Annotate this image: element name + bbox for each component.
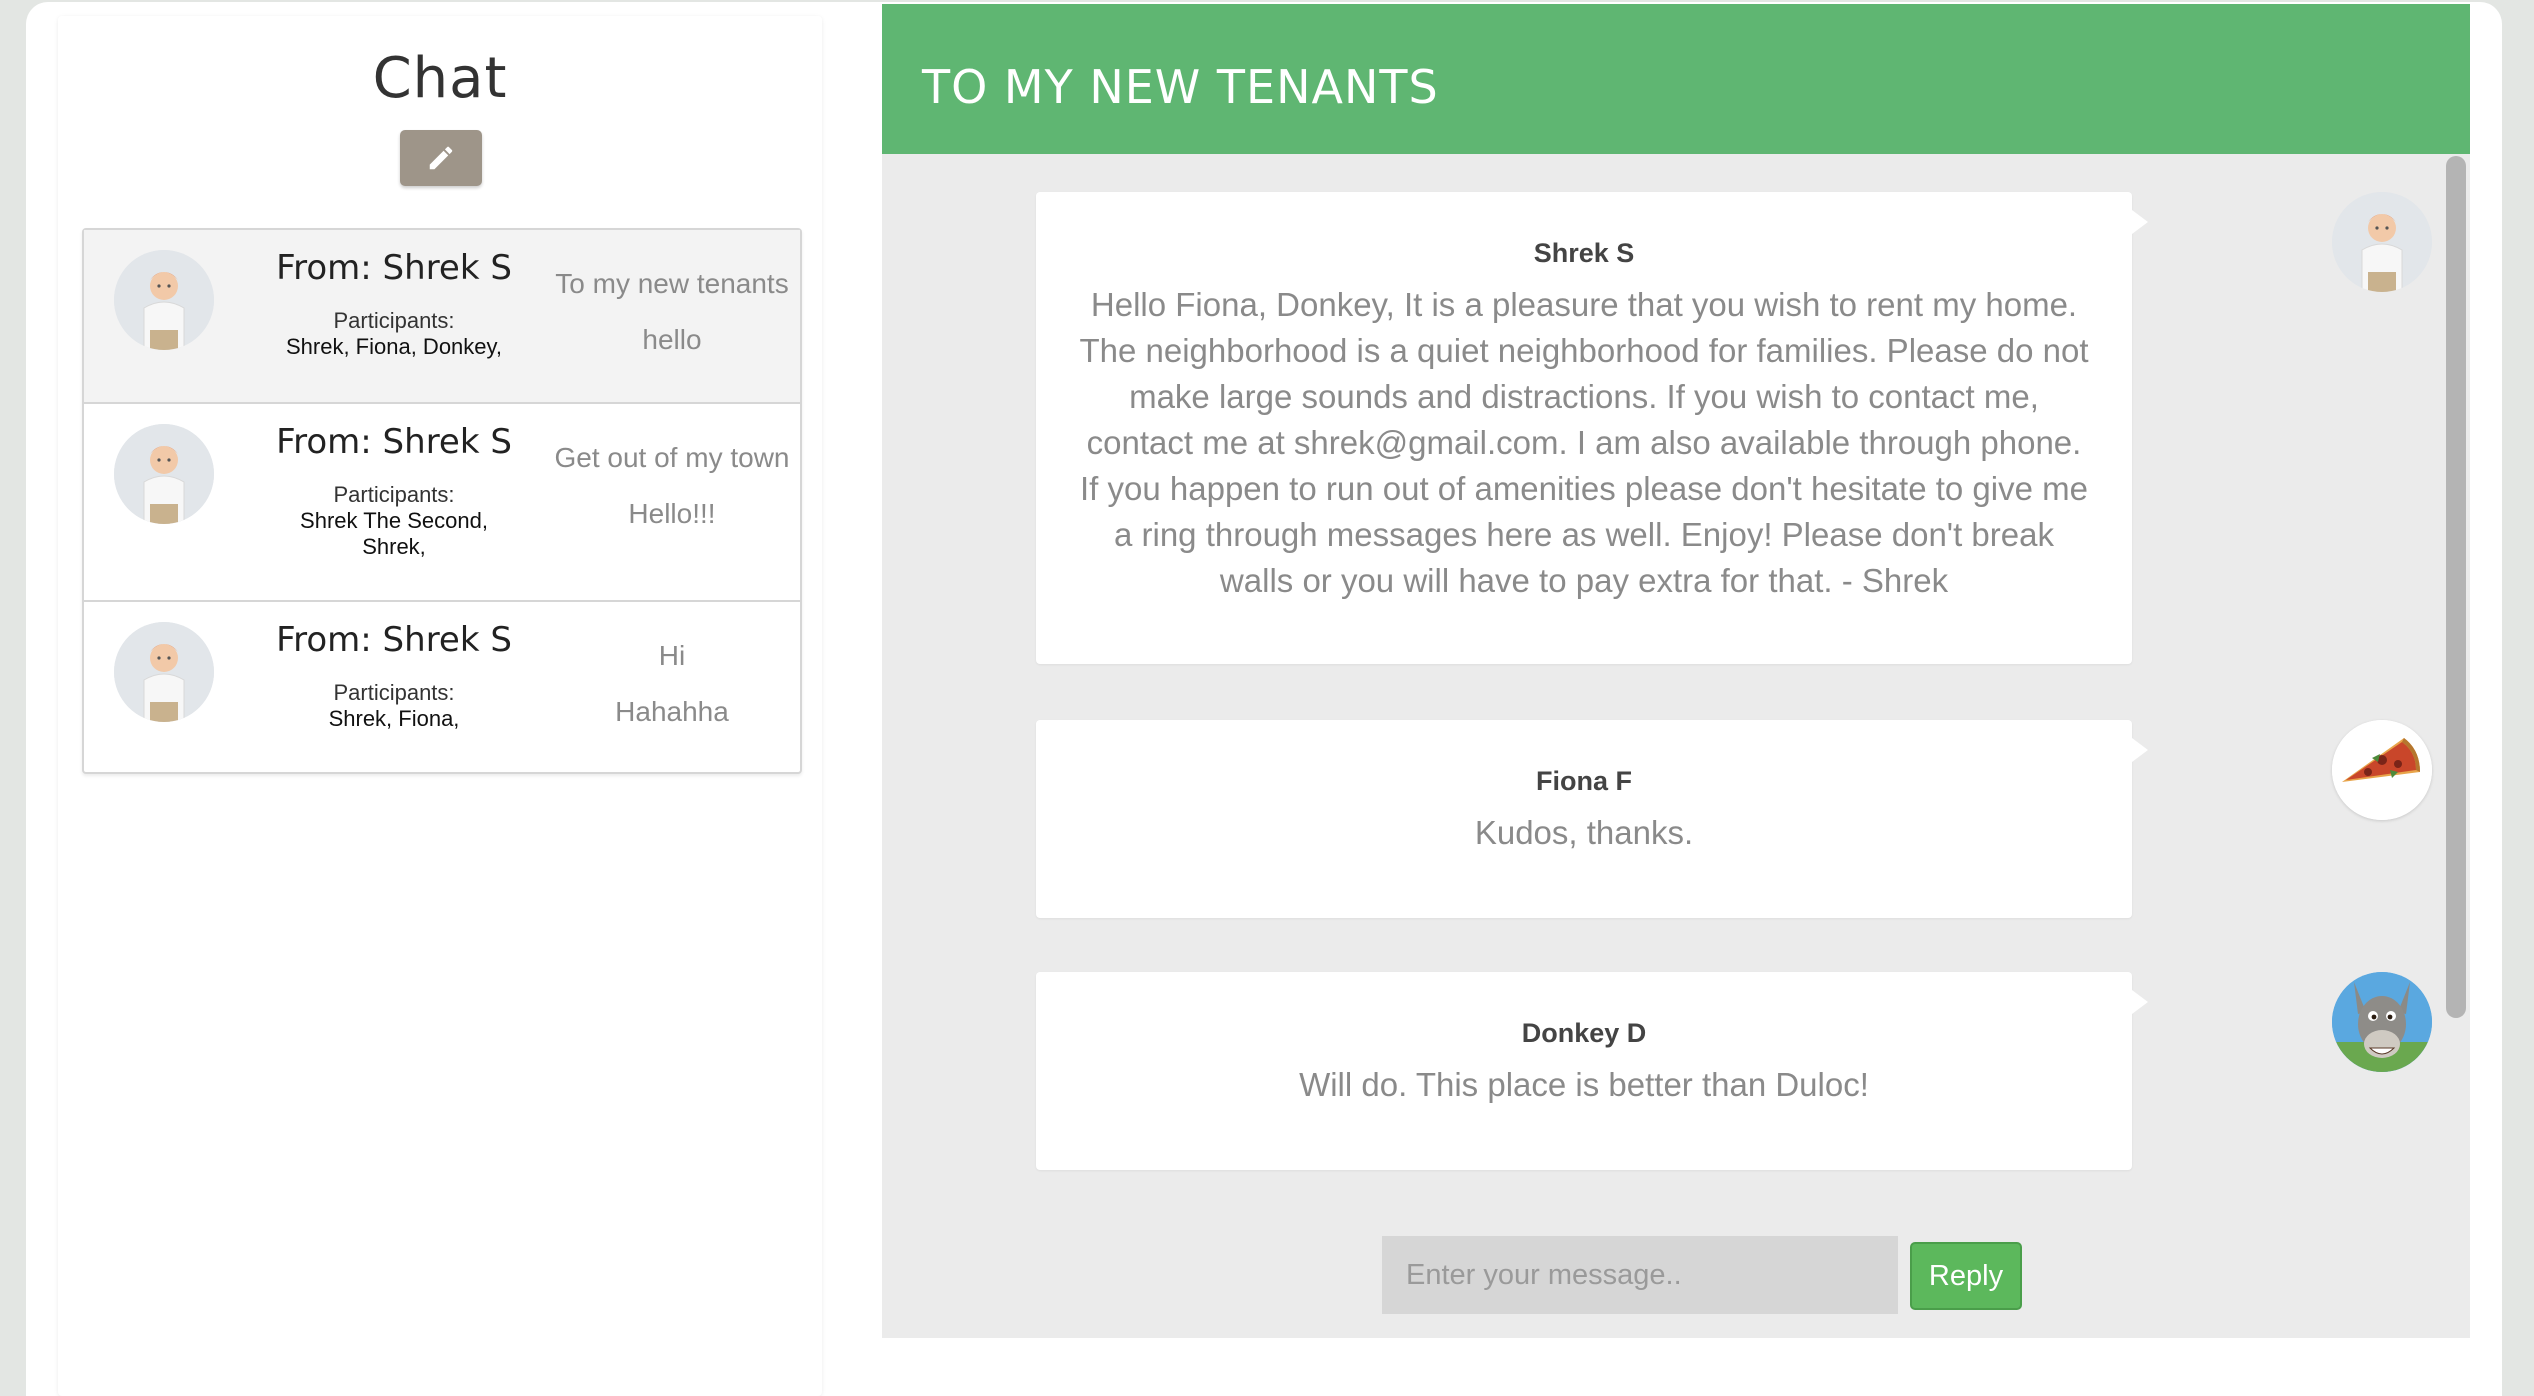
participants-label: Participants: xyxy=(333,308,455,333)
reply-button[interactable]: Reply xyxy=(1910,1242,2022,1310)
thread-subject: To my new tenants xyxy=(555,268,789,299)
shrek-avatar xyxy=(2332,192,2432,292)
thread-from: From: Shrek S xyxy=(276,422,512,462)
message-author: Shrek S xyxy=(1533,238,1635,268)
sidebar-title: Chat xyxy=(372,46,508,111)
pencil-icon xyxy=(429,146,453,170)
message-bubble: Donkey D Will do. This place is better t… xyxy=(1036,972,2148,1170)
participants-label: Participants: xyxy=(333,680,455,705)
thread-from: From: Shrek S xyxy=(276,620,512,660)
pizza-avatar xyxy=(2332,720,2432,820)
conversation-header: TO MY NEW TENANTS xyxy=(882,4,2470,154)
message-author: Fiona F xyxy=(1536,766,1632,796)
thread-from: From: Shrek S xyxy=(276,248,512,288)
message-text: Hello Fiona, Donkey, It is a pleasure th… xyxy=(1079,286,2089,599)
participants-label: Participants: xyxy=(333,482,455,507)
thread-preview: Hello!!! xyxy=(628,498,716,529)
conversation-title: TO MY NEW TENANTS xyxy=(922,60,1439,114)
donkey-avatar xyxy=(2332,972,2432,1072)
thread-item[interactable]: From: Shrek S Participants: Shrek The Se… xyxy=(84,404,800,602)
participants-names: Shrek, Fiona, Donkey, xyxy=(285,334,503,359)
participants-names: Shrek The Second, Shrek, xyxy=(300,508,488,559)
message-text: Kudos, thanks. xyxy=(1474,814,1694,851)
scrollbar[interactable] xyxy=(2446,156,2466,1018)
message-input[interactable] xyxy=(1382,1236,1898,1314)
thread-subject: Get out of my town xyxy=(554,442,790,473)
thread-item[interactable]: From: Shrek S Participants: Shrek, Fiona… xyxy=(84,602,800,772)
message-bubble: Shrek S Hello Fiona, Donkey, It is a ple… xyxy=(1036,192,2148,664)
shrek-avatar xyxy=(114,424,214,524)
thread-preview: Hahahha xyxy=(615,696,729,727)
app-page: Chat From: Shrek S Participants: Shrek, … xyxy=(26,2,2502,1396)
message-bubble: Fiona F Kudos, thanks. xyxy=(1036,720,2148,918)
conversation-panel: TO MY NEW TENANTS Shrek S Hello Fiona, D… xyxy=(882,4,2470,1338)
thread-list: From: Shrek S Participants: Shrek, Fiona… xyxy=(82,228,802,774)
shrek-avatar xyxy=(114,622,214,722)
message-text: Will do. This place is better than Duloc… xyxy=(1299,1066,1869,1103)
shrek-avatar xyxy=(114,250,214,350)
chat-sidebar: Chat From: Shrek S Participants: Shrek, … xyxy=(58,16,822,1396)
message-author: Donkey D xyxy=(1521,1018,1647,1048)
thread-item[interactable]: From: Shrek S Participants: Shrek, Fiona… xyxy=(84,230,800,404)
compose-button[interactable] xyxy=(400,130,482,186)
participants-names: Shrek, Fiona, xyxy=(328,706,460,731)
thread-subject: Hi xyxy=(658,640,686,671)
thread-preview: hello xyxy=(642,324,702,355)
